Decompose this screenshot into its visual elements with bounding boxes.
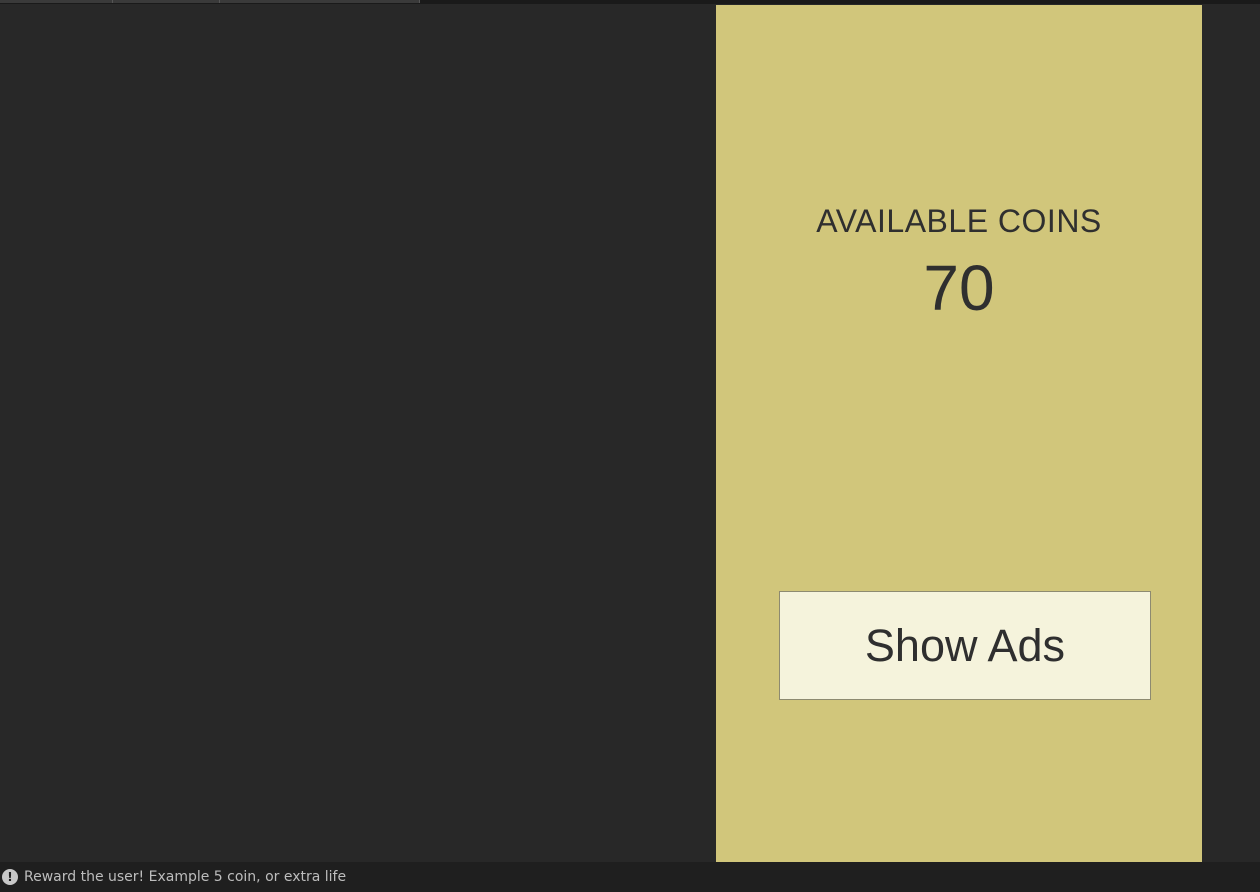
game-view: AVAILABLE COINS 70 Show Ads: [716, 5, 1202, 862]
status-message: Reward the user! Example 5 coin, or extr…: [24, 869, 347, 885]
console-status-bar[interactable]: ! Reward the user! Example 5 coin, or ex…: [0, 862, 1260, 892]
toolbar-tab[interactable]: [113, 0, 220, 3]
toolbar-tab[interactable]: [0, 0, 113, 3]
show-ads-button[interactable]: Show Ads: [779, 591, 1151, 700]
available-coins-label: AVAILABLE COINS: [816, 203, 1102, 239]
coins-count: 70: [923, 252, 995, 324]
toolbar-tab[interactable]: [220, 0, 420, 3]
warning-icon: !: [2, 869, 18, 885]
